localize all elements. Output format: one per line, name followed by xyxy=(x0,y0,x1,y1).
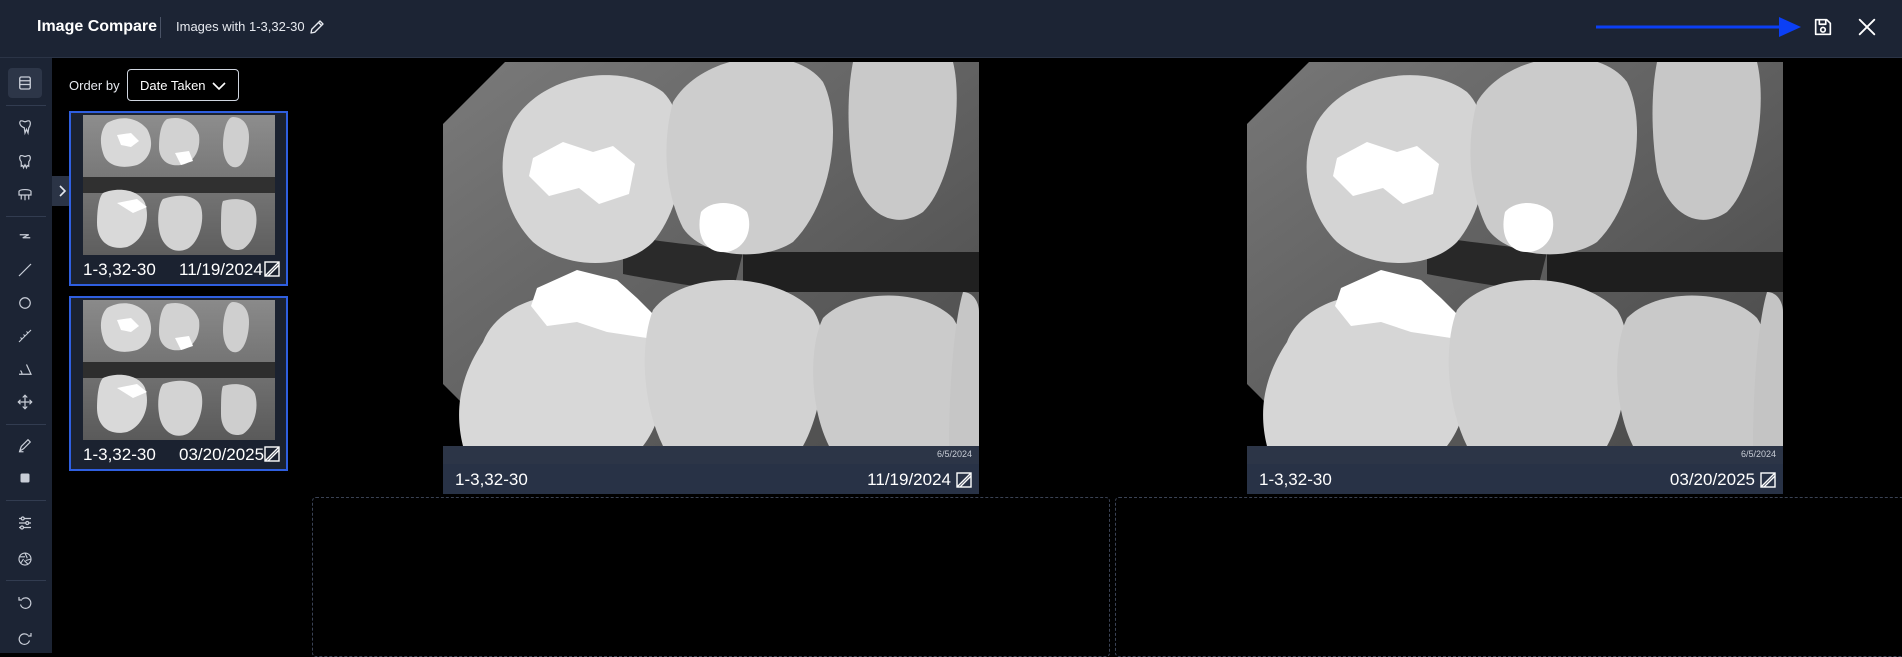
acquisition-date-band: 6/5/2024 xyxy=(443,446,979,464)
square-icon[interactable] xyxy=(8,463,42,493)
arrow-annotation xyxy=(1596,17,1801,37)
image-viewer-right[interactable]: 6/5/2024 1-3,32-30 03/20/2025 xyxy=(1247,62,1783,494)
image-list-icon[interactable] xyxy=(8,68,42,98)
thumbnail-card[interactable]: 1-3,32-30 03/20/2025 xyxy=(69,296,288,471)
sliders-icon[interactable] xyxy=(8,508,42,538)
tooth-icon[interactable] xyxy=(8,112,42,142)
toolbar-divider xyxy=(6,424,46,425)
image-type-icon xyxy=(264,261,280,277)
tooth-outline-icon[interactable] xyxy=(8,146,42,176)
line-icon[interactable] xyxy=(8,255,42,285)
xray-thumbnail xyxy=(83,300,275,440)
acquisition-date-band: 6/5/2024 xyxy=(1247,446,1783,464)
empty-viewer-slot[interactable] xyxy=(312,497,1110,657)
image-type-icon xyxy=(264,446,280,462)
aperture-icon[interactable] xyxy=(8,544,42,574)
xray-image xyxy=(1247,62,1783,446)
thumbnail-caption: 1-3,32-30 03/20/2025 xyxy=(71,440,286,469)
order-by-value: Date Taken xyxy=(140,78,206,93)
toolbar-divider xyxy=(6,500,46,501)
redo-icon[interactable] xyxy=(8,624,42,654)
viewer-date: 11/19/2024 xyxy=(867,470,951,489)
viewer-caption: 1-3,32-30 11/19/2024 xyxy=(443,464,979,494)
lightning-icon[interactable] xyxy=(8,222,42,252)
comparison-title: Images with 1-3,32-30 xyxy=(176,19,305,34)
order-by-label: Order by xyxy=(69,78,120,93)
viewer-caption: 1-3,32-30 03/20/2025 xyxy=(1247,464,1783,494)
thumbnail-label: 1-3,32-30 xyxy=(83,445,156,464)
empty-viewer-slot[interactable] xyxy=(1115,497,1902,657)
viewer-date: 03/20/2025 xyxy=(1669,470,1755,489)
move-icon[interactable] xyxy=(8,387,42,417)
tool-sidebar xyxy=(0,58,52,653)
toolbar-divider xyxy=(6,580,46,581)
ruler-icon[interactable] xyxy=(8,321,42,351)
thumbnail-label: 1-3,32-30 xyxy=(83,260,156,279)
save-icon[interactable] xyxy=(1812,16,1834,38)
image-viewer-left[interactable]: 6/5/2024 1-3,32-30 11/19/2024 xyxy=(443,62,979,494)
order-by-dropdown[interactable]: Date Taken xyxy=(127,69,239,101)
app-title: Image Compare xyxy=(37,18,158,35)
circle-icon[interactable] xyxy=(8,288,42,318)
chevron-right-icon xyxy=(59,185,67,197)
toolbar-divider xyxy=(6,105,46,106)
undo-icon[interactable] xyxy=(8,588,42,618)
image-type-icon xyxy=(1760,472,1776,488)
xray-thumbnail xyxy=(83,115,275,255)
acquisition-date: 6/5/2024 xyxy=(1740,449,1776,459)
header-divider xyxy=(160,17,161,38)
chevron-down-icon xyxy=(212,82,226,91)
pen-icon[interactable] xyxy=(8,430,42,460)
angle-icon[interactable] xyxy=(8,354,42,384)
xray-image xyxy=(443,62,979,446)
thumbnail-caption: 1-3,32-30 11/19/2024 xyxy=(71,255,286,284)
image-type-icon xyxy=(956,472,972,488)
acquisition-date: 6/5/2024 xyxy=(936,449,972,459)
header-bar: Image Compare Images with 1-3,32-30 xyxy=(0,0,1902,58)
viewer-label: 1-3,32-30 xyxy=(455,470,528,489)
pencil-icon[interactable] xyxy=(308,18,326,36)
thumbnail-date: 11/19/2024 xyxy=(179,260,263,279)
close-icon[interactable] xyxy=(1856,16,1878,38)
thumbnail-date: 03/20/2025 xyxy=(179,445,265,464)
viewer-label: 1-3,32-30 xyxy=(1259,470,1332,489)
toolbar-divider xyxy=(6,216,46,217)
teeth-icon[interactable] xyxy=(8,180,42,210)
thumbnail-card[interactable]: 1-3,32-30 11/19/2024 xyxy=(69,111,288,286)
